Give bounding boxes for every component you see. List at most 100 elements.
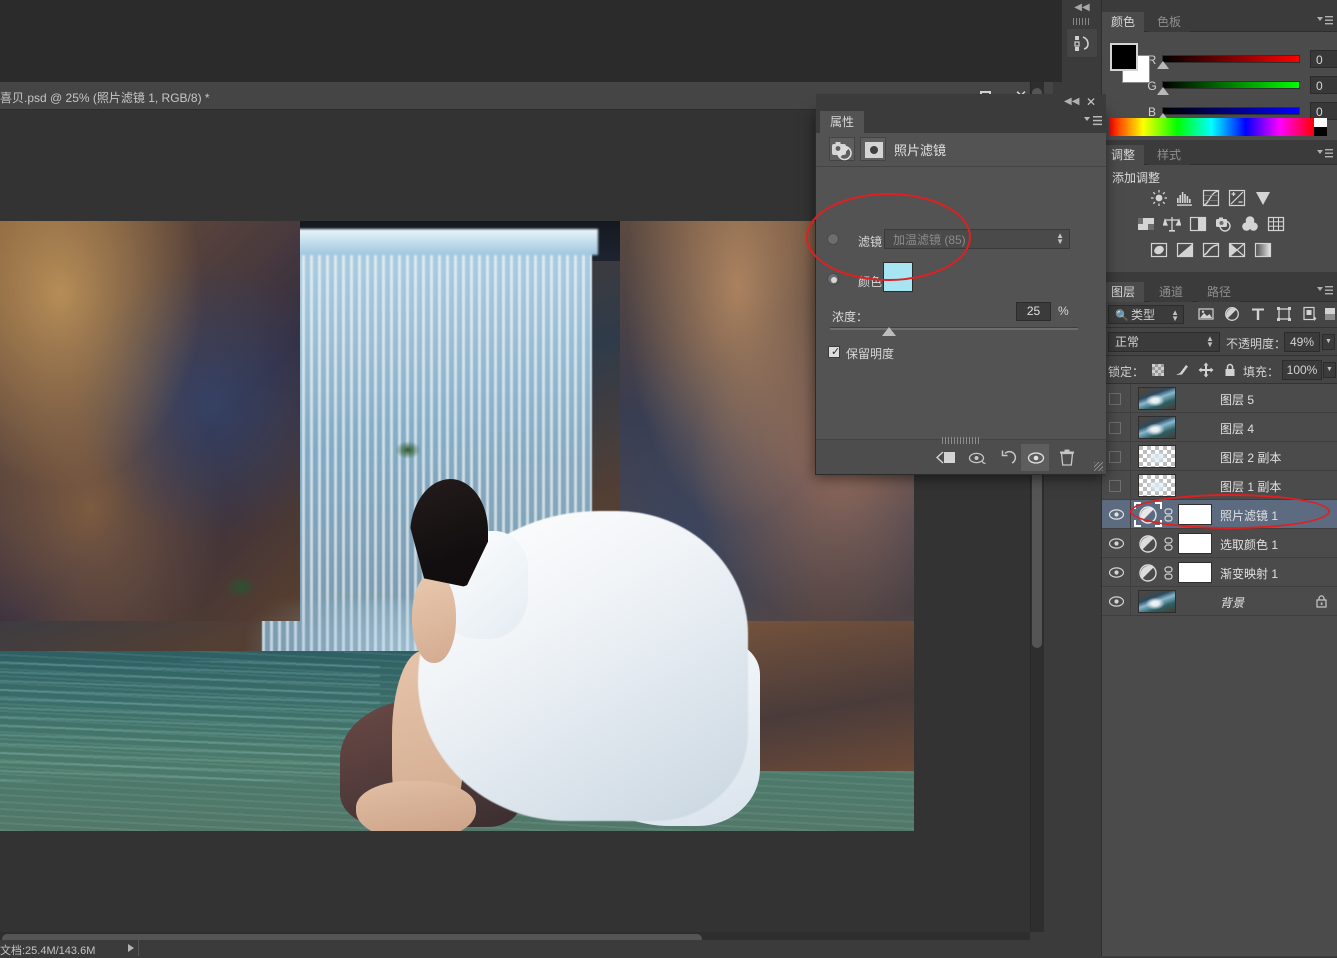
tab-properties[interactable]: 属性 <box>820 111 864 133</box>
selective-color-icon[interactable] <box>1228 241 1246 259</box>
eye-icon[interactable] <box>1109 596 1124 607</box>
color-spectrum-ramp[interactable] <box>1109 118 1314 136</box>
panel-menu-icon[interactable] <box>1084 115 1102 130</box>
layer-name[interactable]: 选取颜色 1 <box>1220 536 1278 553</box>
exposure-icon[interactable] <box>1228 189 1246 207</box>
tab-color[interactable]: 颜色 <box>1102 12 1144 32</box>
table-row[interactable]: 选取颜色 1 <box>1102 529 1337 558</box>
layer-visibility-cell[interactable] <box>1102 471 1131 500</box>
slider-thumb-g[interactable] <box>1157 87 1169 95</box>
opacity-dropdown-arrow-icon[interactable]: ▼ <box>1322 334 1335 350</box>
eye-off-icon[interactable] <box>1109 451 1121 463</box>
layer-visibility-cell[interactable] <box>1102 529 1131 558</box>
tab-styles[interactable]: 样式 <box>1148 145 1190 165</box>
layer-visibility-cell[interactable] <box>1102 384 1131 413</box>
filter-toggle-icon[interactable] <box>1324 306 1336 322</box>
layer-mask-thumbnail[interactable] <box>1178 533 1212 554</box>
eye-icon[interactable] <box>1109 567 1124 578</box>
lock-all-icon[interactable] <box>1222 362 1238 378</box>
table-row[interactable]: 图层 2 副本 <box>1102 442 1337 471</box>
levels-icon[interactable] <box>1176 189 1194 207</box>
lock-transparent-icon[interactable] <box>1150 362 1166 378</box>
invert-icon[interactable] <box>1150 241 1168 259</box>
color-balance-icon[interactable] <box>1163 215 1181 233</box>
link-mask-icon[interactable] <box>1164 566 1173 580</box>
mask-icon[interactable] <box>860 137 886 161</box>
view-previous-state-icon[interactable] <box>968 449 986 467</box>
color-lookup-icon[interactable] <box>1267 215 1285 233</box>
layer-visibility-cell[interactable] <box>1102 413 1131 442</box>
pixel-filter-icon[interactable] <box>1198 306 1214 322</box>
channel-mixer-icon[interactable] <box>1241 215 1259 233</box>
layer-mask-thumbnail[interactable] <box>1178 504 1212 525</box>
lock-position-icon[interactable] <box>1198 362 1214 378</box>
color-slider-g[interactable]: G 0 <box>1146 76 1337 98</box>
channel-value-g[interactable]: 0 <box>1310 76 1337 94</box>
shape-filter-icon[interactable] <box>1276 306 1292 322</box>
curves-icon[interactable] <box>1202 189 1220 207</box>
smartobject-filter-icon[interactable] <box>1302 306 1318 322</box>
adjustment-layer-thumbnail[interactable] <box>1138 534 1158 554</box>
fill-input[interactable]: 100% <box>1282 360 1322 380</box>
density-slider-thumb[interactable] <box>882 327 896 336</box>
panel-menu-icon[interactable] <box>1317 285 1333 299</box>
layer-name[interactable]: 渐变映射 1 <box>1220 565 1278 582</box>
link-mask-icon[interactable] <box>1164 537 1173 551</box>
slider-track-b[interactable] <box>1162 107 1300 115</box>
layer-thumbnail[interactable] <box>1138 387 1176 410</box>
layer-name[interactable]: 图层 1 副本 <box>1220 478 1281 495</box>
channel-value-r[interactable]: 0 <box>1310 50 1337 68</box>
table-row[interactable]: 图层 4 <box>1102 413 1337 442</box>
chevron-updown-icon[interactable]: ▲▼ <box>1056 233 1064 245</box>
status-expand-arrow-icon[interactable] <box>128 944 134 952</box>
panel-menu-icon[interactable] <box>1317 15 1333 29</box>
layer-name[interactable]: 图层 4 <box>1220 420 1254 437</box>
eye-icon[interactable] <box>1109 509 1124 520</box>
opacity-input[interactable]: 49% <box>1284 332 1320 352</box>
layer-visibility-cell[interactable] <box>1102 442 1131 471</box>
tab-swatches[interactable]: 色板 <box>1148 12 1190 32</box>
tab-layers[interactable]: 图层 <box>1102 282 1144 302</box>
blend-mode-select[interactable]: 正常 <box>1108 332 1220 352</box>
type-filter-icon[interactable] <box>1250 306 1266 322</box>
layer-visibility-cell[interactable] <box>1102 500 1131 529</box>
adjustment-layer-icon[interactable] <box>829 137 855 161</box>
color-radio[interactable] <box>827 273 839 285</box>
dock-collapse-button[interactable]: ◀◀ <box>1070 2 1094 14</box>
foreground-color-swatch[interactable] <box>1110 43 1138 71</box>
properties-close-button[interactable]: ✕ <box>1086 95 1096 109</box>
layer-name[interactable]: 背景 <box>1220 594 1244 611</box>
spectrum-black-white-swatch[interactable] <box>1314 118 1327 136</box>
properties-panel-titlebar[interactable] <box>816 94 1106 111</box>
density-input[interactable]: 25 <box>1016 302 1051 321</box>
chevron-updown-icon[interactable]: ▲▼ <box>1206 336 1214 348</box>
properties-footer-grip[interactable] <box>942 437 980 444</box>
dock-grip[interactable] <box>1073 18 1091 25</box>
layer-filter-type-select[interactable]: 🔍 类型 ▲▼ <box>1108 305 1184 324</box>
slider-track-r[interactable] <box>1162 55 1300 63</box>
tab-paths[interactable]: 路径 <box>1198 282 1240 302</box>
layer-name[interactable]: 图层 5 <box>1220 391 1254 408</box>
preserve-luminosity-checkbox[interactable]: ✓ <box>828 346 840 358</box>
slider-track-g[interactable] <box>1162 81 1300 89</box>
brightness-contrast-icon[interactable] <box>1150 189 1168 207</box>
layer-thumbnail[interactable] <box>1138 416 1176 439</box>
eye-off-icon[interactable] <box>1109 393 1121 405</box>
eye-icon[interactable] <box>1109 538 1124 549</box>
gradient-map-icon[interactable] <box>1254 241 1272 259</box>
layer-visibility-cell[interactable] <box>1102 587 1131 616</box>
filter-color-swatch[interactable] <box>883 262 913 292</box>
layer-thumbnail[interactable] <box>1138 445 1176 468</box>
layer-name[interactable]: 图层 2 副本 <box>1220 449 1281 466</box>
table-row[interactable]: 背景 <box>1102 587 1337 616</box>
fill-dropdown-arrow-icon[interactable]: ▼ <box>1323 362 1336 378</box>
panel-resize-grip[interactable] <box>1094 462 1103 471</box>
adjustment-filter-icon[interactable] <box>1224 306 1240 322</box>
filter-radio[interactable] <box>827 233 839 245</box>
layer-name[interactable]: 照片滤镜 1 <box>1220 507 1278 524</box>
table-row[interactable]: 图层 1 副本 <box>1102 471 1337 500</box>
layer-visibility-cell[interactable] <box>1102 558 1131 587</box>
table-row[interactable]: 渐变映射 1 <box>1102 558 1337 587</box>
panel-menu-icon[interactable] <box>1317 148 1333 162</box>
toggle-visibility-icon[interactable] <box>1026 449 1044 467</box>
